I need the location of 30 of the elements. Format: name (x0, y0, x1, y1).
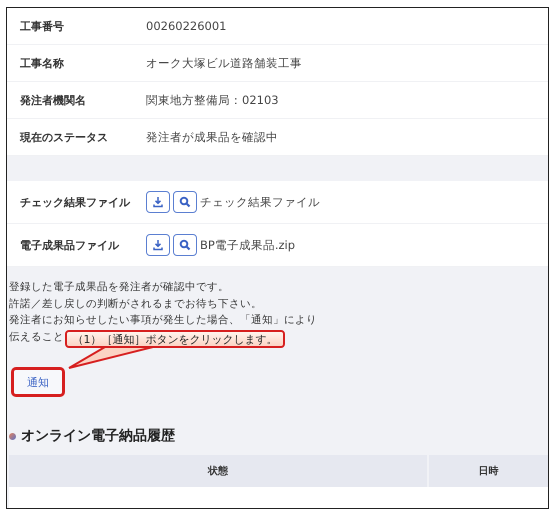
notify-button[interactable]: 通知 (11, 367, 65, 397)
message-line: 発注者にお知らせしたい事項が発生した場合、「通知」により (9, 313, 317, 328)
field-value: オーク大塚ビル道路舗装工事 (146, 56, 302, 70)
search-icon (179, 196, 191, 208)
file-name: BP電子成果品.zip (200, 238, 296, 252)
download-button[interactable] (146, 234, 170, 256)
download-icon (152, 239, 164, 251)
field-label: 電子成果品ファイル (20, 238, 120, 252)
field-value: 00260226001 (146, 19, 226, 33)
callout: （1）［通知］ボタンをクリックします。 (65, 330, 285, 348)
field-label: チェック結果ファイル (20, 194, 131, 210)
message-line: 登録した電子成果品を発注者が確認中です。 (9, 280, 229, 295)
column-header: 状態 (9, 455, 427, 487)
field-label: 発注者機関名 (20, 92, 87, 108)
preview-button[interactable] (173, 191, 197, 213)
message-line: 伝えること (9, 330, 64, 344)
section-title: オンライン電子納品履歴 (21, 427, 175, 445)
message-line: 許諾／差し戻しの判断がされるまでお待ち下さい。 (9, 296, 262, 312)
field-label: 工事番号 (20, 18, 65, 34)
download-button[interactable] (146, 191, 170, 213)
field-value: 発注者が成果品を確認中 (146, 130, 278, 144)
field-label: 現在のステータス (20, 130, 109, 144)
bullet-icon (9, 432, 16, 440)
field-label: 工事名称 (20, 56, 65, 70)
preview-button[interactable] (173, 234, 197, 256)
field-value: 関東地方整備局：02103 (146, 92, 279, 108)
column-header: 日時 (429, 455, 548, 487)
file-name: チェック結果ファイル (200, 194, 320, 210)
search-icon (179, 239, 191, 251)
download-icon (152, 196, 164, 208)
